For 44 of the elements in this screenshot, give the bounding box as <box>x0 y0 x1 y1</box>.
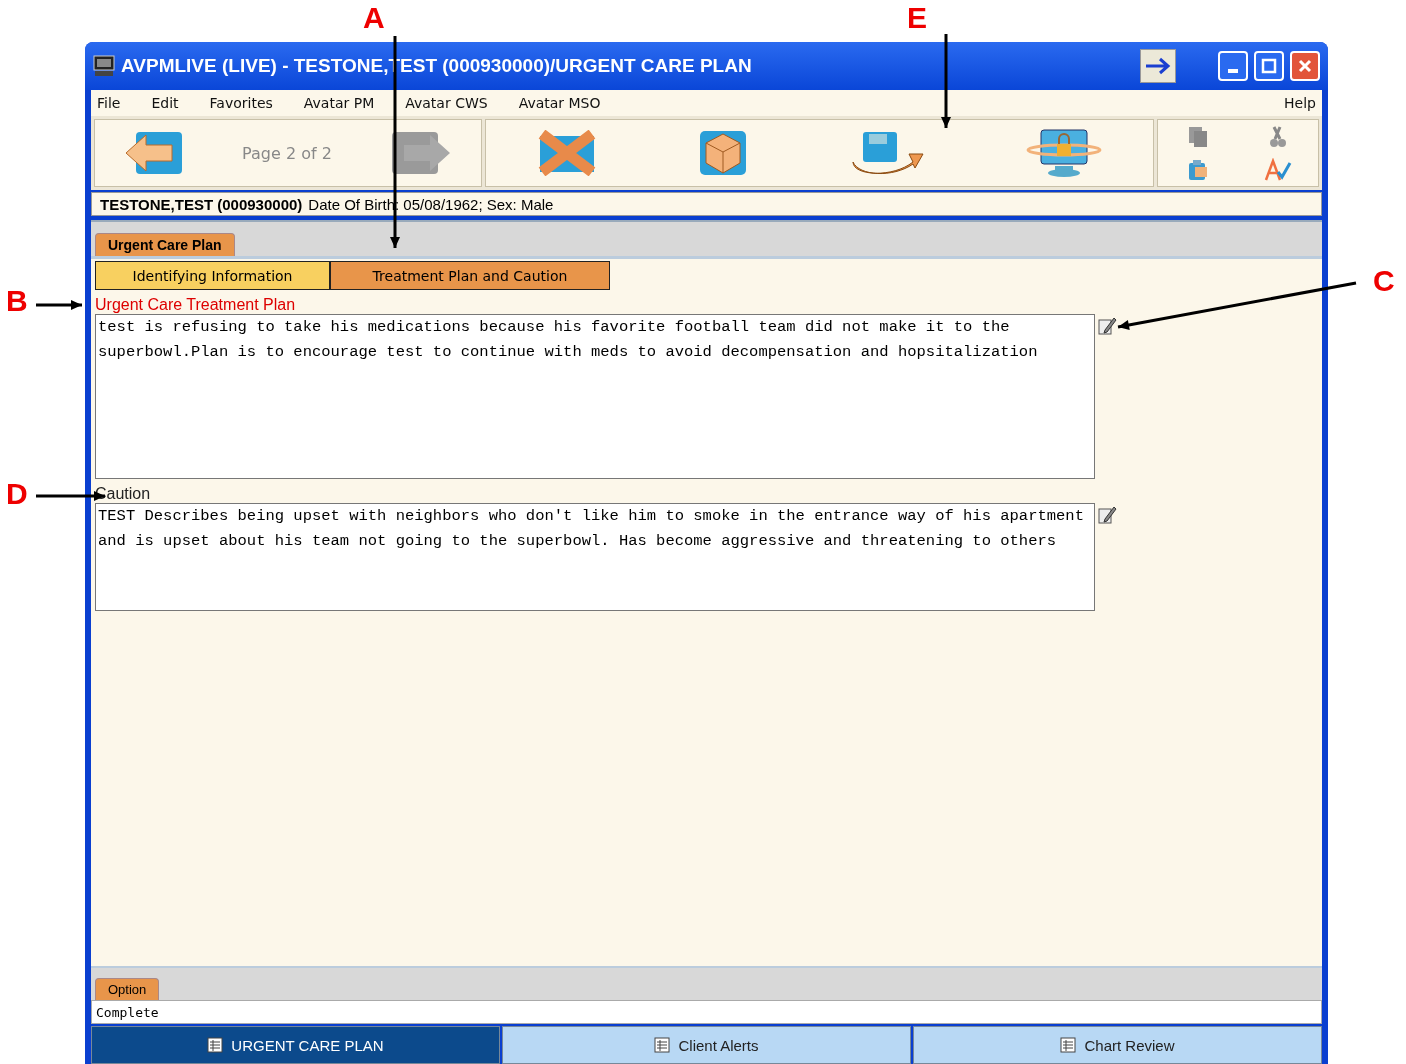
callout-letter: D <box>6 478 28 510</box>
taskbar-button[interactable]: Client Alerts <box>502 1026 911 1064</box>
spellcheck-button[interactable] <box>1264 157 1292 182</box>
menu-item[interactable]: Avatar MSO <box>518 95 601 111</box>
form-tab[interactable]: Urgent Care Plan <box>95 233 235 256</box>
callout-letter: E <box>907 2 927 34</box>
edit-note-icon[interactable] <box>1097 505 1117 525</box>
section-tab[interactable]: Treatment Plan and Caution <box>330 261 610 290</box>
patient-name: TESTONE,TEST (000930000) <box>100 195 303 213</box>
menu-item[interactable]: Avatar PM <box>303 95 375 111</box>
menu-item[interactable]: Avatar CWS <box>405 95 488 111</box>
section-tab[interactable]: Identifying Information <box>95 261 330 290</box>
form-icon <box>207 1037 224 1053</box>
field-label: Urgent Care Treatment Plan <box>95 296 297 314</box>
minimize-icon <box>1228 69 1238 73</box>
paste-button[interactable] <box>1186 157 1210 182</box>
callout-letter: A <box>363 2 385 34</box>
edit-note-icon[interactable] <box>1097 316 1117 336</box>
box-button[interactable] <box>698 129 749 177</box>
text-area[interactable]: test is refusing to take his medications because his favorite football team did not make it to the superbowl.Plan is to encourage test to continue with meds to avoid decompensation and hopsitalization <box>95 314 1095 479</box>
arrow-icon <box>1143 56 1173 76</box>
callout-letter: C <box>1373 265 1395 297</box>
taskbar-button[interactable]: Chart Review <box>913 1026 1322 1064</box>
menu-item[interactable]: Edit <box>151 95 179 111</box>
text-area[interactable]: TEST Describes being upset with neighbors who don't like him to smoke in the entrance way of his apartment and is upset about his team not going to the superbowl. Has become aggressive and threatening to others <box>95 503 1095 611</box>
close-button[interactable] <box>1290 51 1320 81</box>
minimize-button[interactable] <box>1218 51 1248 81</box>
maximize-icon <box>1259 56 1279 76</box>
page-indicator: Page 2 of 2 <box>242 143 332 163</box>
form-icon <box>654 1037 671 1053</box>
menu-item[interactable]: Help <box>1284 95 1316 111</box>
menu-item[interactable]: Favorites <box>209 95 273 111</box>
menu-item[interactable]: File <box>97 95 121 111</box>
pointer-arrow <box>36 300 82 310</box>
lock-screen-button[interactable] <box>1024 128 1103 178</box>
previous-page-button[interactable] <box>124 130 185 176</box>
option-tab[interactable]: Option <box>95 978 160 1000</box>
form-icon <box>1060 1037 1077 1053</box>
maximize-button[interactable] <box>1254 51 1284 81</box>
status-text: Complete <box>96 1004 159 1020</box>
callout-letter: B <box>6 285 28 317</box>
forward-button[interactable] <box>1140 49 1176 83</box>
taskbar-button[interactable]: URGENT CARE PLAN <box>91 1026 500 1064</box>
computer-icon <box>93 55 115 77</box>
